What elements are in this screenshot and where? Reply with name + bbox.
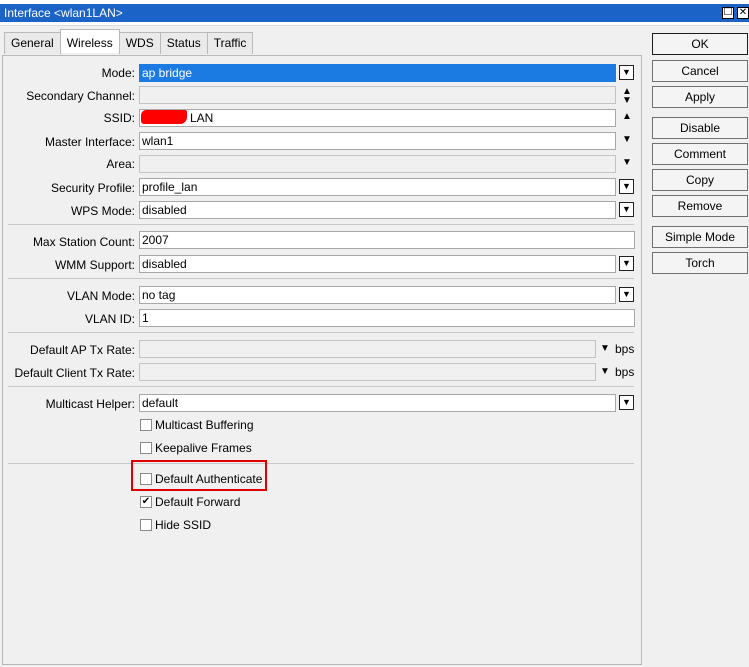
divider: [8, 332, 634, 333]
unit-label: bps: [615, 342, 635, 356]
ssid-row: SSID:: [0, 107, 135, 129]
disable-button[interactable]: Disable: [652, 117, 748, 139]
unit-label: bps: [615, 365, 635, 379]
area-label: Area:: [106, 157, 135, 171]
vlan-id-row: VLAN ID:: [0, 308, 135, 330]
max-station-count-label: Max Station Count:: [32, 235, 135, 249]
tab-status[interactable]: Status: [159, 32, 208, 54]
mode-select[interactable]: ap bridge: [139, 64, 616, 82]
collapse-up-icon[interactable]: ▲: [622, 111, 632, 123]
wmm-support-select[interactable]: disabled: [139, 255, 616, 273]
vlan-mode-label: VLAN Mode:: [66, 289, 135, 303]
divider: [8, 224, 634, 225]
checkmark-icon: ✔: [141, 496, 151, 507]
secondary-channel-label: Secondary Channel:: [26, 89, 135, 103]
default-client-tx-rate-row: Default Client Tx Rate:: [0, 362, 136, 384]
default-authenticate-checkbox[interactable]: [140, 473, 152, 485]
security-profile-label: Security Profile:: [50, 181, 135, 195]
tab-traffic[interactable]: Traffic: [206, 32, 254, 54]
vlan-mode-select[interactable]: no tag: [139, 286, 616, 304]
tab-wds[interactable]: WDS: [118, 32, 161, 54]
ssid-input[interactable]: LAN: [139, 109, 616, 127]
multicast-helper-dropdown-icon[interactable]: ▼: [619, 395, 634, 410]
keepalive-frames-label: Keepalive Frames: [155, 441, 252, 455]
ok-button[interactable]: OK: [652, 33, 748, 55]
window-titlebar: Interface <wlan1LAN> ☐ ✕: [0, 0, 749, 26]
redaction-mark: [141, 110, 187, 124]
multicast-buffering-checkbox[interactable]: [140, 419, 152, 431]
window-title: Interface <wlan1LAN>: [0, 4, 749, 22]
tab-wireless[interactable]: Wireless: [59, 29, 120, 53]
secondary-channel-field[interactable]: [139, 86, 616, 104]
wmm-support-dropdown-icon[interactable]: ▼: [619, 256, 634, 271]
mode-dropdown-icon[interactable]: ▼: [619, 65, 634, 80]
hide-ssid-label: Hide SSID: [155, 518, 212, 532]
max-station-count-input[interactable]: 2007: [139, 231, 635, 249]
default-ap-tx-rate-field[interactable]: [139, 340, 596, 358]
simple-mode-button[interactable]: Simple Mode: [652, 226, 748, 248]
wps-mode-label: WPS Mode:: [70, 204, 135, 218]
default-authenticate-label: Default Authenticate: [155, 472, 263, 486]
ssid-label: SSID:: [103, 111, 135, 125]
vlan-mode-dropdown-icon[interactable]: ▼: [619, 287, 634, 302]
wmm-support-label: WMM Support:: [54, 258, 135, 272]
divider: [8, 386, 634, 387]
area-row: Area:: [0, 153, 135, 175]
secondary-channel-row: Secondary Channel:: [0, 85, 135, 107]
mode-row: Mode:: [0, 62, 135, 84]
tab-general[interactable]: General: [4, 32, 61, 54]
default-ap-tx-rate-row: Default AP Tx Rate:: [0, 339, 135, 361]
multicast-helper-select[interactable]: default: [139, 394, 616, 412]
security-profile-dropdown-icon[interactable]: ▼: [619, 179, 634, 194]
maximize-icon[interactable]: ☐: [722, 7, 734, 19]
default-client-tx-rate-label: Default Client Tx Rate:: [14, 366, 136, 380]
copy-button[interactable]: Copy: [652, 169, 748, 191]
vlan-id-input[interactable]: 1: [139, 309, 635, 327]
chevron-down-icon[interactable]: ▼: [600, 366, 610, 378]
wps-mode-row: WPS Mode:: [0, 200, 135, 222]
security-profile-row: Security Profile:: [0, 177, 135, 199]
close-icon[interactable]: ✕: [737, 7, 749, 19]
master-interface-row: Master Interface:: [0, 131, 135, 153]
wps-mode-dropdown-icon[interactable]: ▼: [619, 202, 634, 217]
mode-label: Mode:: [101, 66, 135, 80]
default-client-tx-rate-field[interactable]: [139, 363, 596, 381]
vlan-mode-row: VLAN Mode:: [0, 285, 135, 307]
area-field[interactable]: [139, 155, 616, 173]
max-station-count-row: Max Station Count:: [0, 231, 135, 253]
divider: [8, 463, 634, 464]
default-forward-label: Default Forward: [155, 495, 241, 509]
master-interface-select[interactable]: wlan1: [139, 132, 616, 150]
default-ap-tx-rate-label: Default AP Tx Rate:: [30, 343, 135, 357]
torch-button[interactable]: Torch: [652, 252, 748, 274]
security-profile-select[interactable]: profile_lan: [139, 178, 616, 196]
wmm-support-row: WMM Support:: [0, 254, 135, 276]
ssid-value: LAN: [190, 111, 214, 125]
chevron-down-icon[interactable]: ▼: [622, 134, 632, 146]
cancel-button[interactable]: Cancel: [652, 60, 748, 82]
hide-ssid-checkbox[interactable]: [140, 519, 152, 531]
divider: [8, 278, 634, 279]
window-controls: ☐ ✕: [719, 4, 749, 19]
multicast-helper-label: Multicast Helper:: [45, 397, 135, 411]
keepalive-frames-checkbox[interactable]: [140, 442, 152, 454]
comment-button[interactable]: Comment: [652, 143, 748, 165]
master-interface-label: Master Interface:: [44, 135, 135, 149]
chevron-down-icon[interactable]: ▼: [622, 157, 632, 169]
remove-button[interactable]: Remove: [652, 195, 748, 217]
wps-mode-select[interactable]: disabled: [139, 201, 616, 219]
tab-bar: General Wireless WDS Status Traffic: [4, 29, 254, 54]
multicast-helper-row: Multicast Helper:: [0, 393, 135, 415]
chevron-down-icon[interactable]: ▼: [600, 343, 610, 355]
default-forward-checkbox[interactable]: ✔: [140, 496, 152, 508]
expand-down-icon[interactable]: ▼: [622, 95, 632, 107]
multicast-buffering-label: Multicast Buffering: [155, 418, 254, 432]
apply-button[interactable]: Apply: [652, 86, 748, 108]
vlan-id-label: VLAN ID:: [84, 312, 135, 326]
